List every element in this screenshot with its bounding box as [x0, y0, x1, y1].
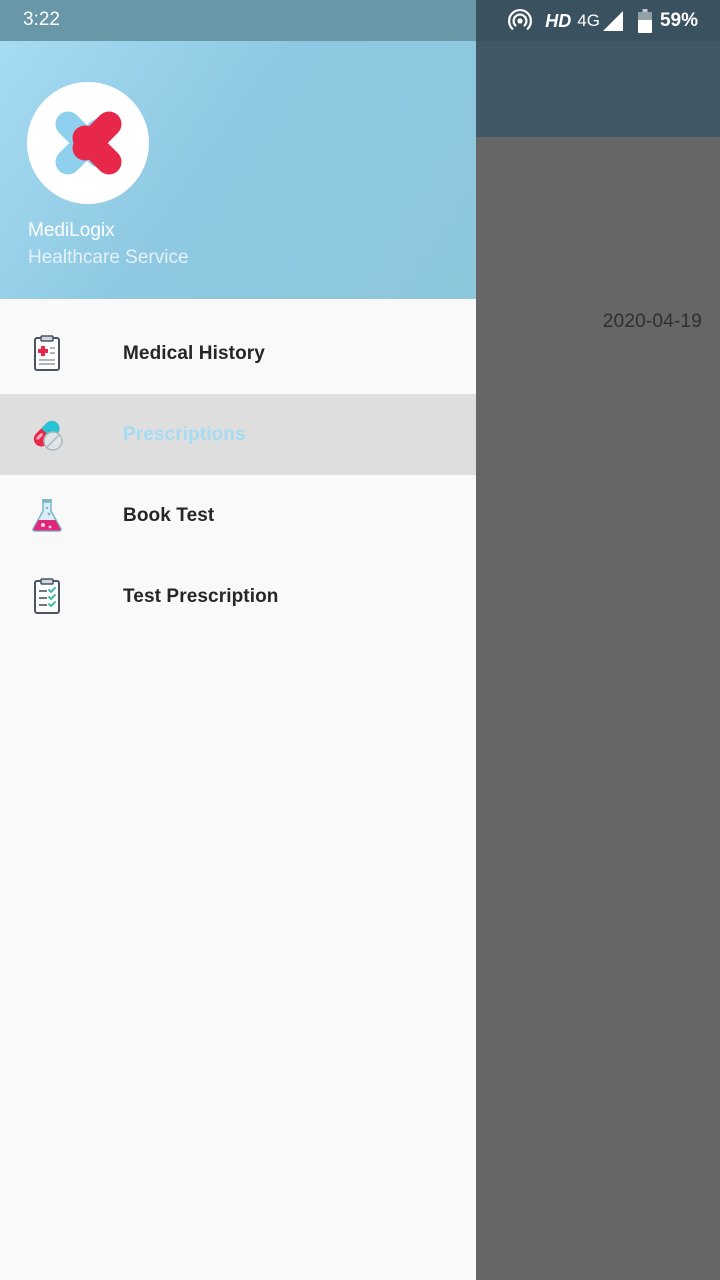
status-bar: 3:22 HD 4G 59% [0, 0, 720, 41]
medilogix-logo-icon [55, 111, 122, 175]
status-time: 3:22 [23, 9, 60, 30]
pill-capsule-icon [33, 420, 63, 451]
signal-icon [602, 11, 623, 31]
app-name: MediLogix [28, 220, 115, 241]
hotspot-icon [508, 9, 533, 30]
app-subtitle: Healthcare Service [28, 247, 189, 268]
checklist-clipboard-icon [34, 578, 60, 614]
status-icons: HD 4G 59% [507, 7, 698, 35]
menu-item-label: Book Test [123, 504, 215, 526]
drawer-header: MediLogix Healthcare Service [0, 41, 476, 299]
menu-item-prescriptions[interactable]: Prescriptions [0, 394, 476, 475]
menu-item-book-test[interactable]: Book Test [0, 475, 476, 556]
battery-icon [637, 9, 652, 33]
menu-item-label: Test Prescription [123, 585, 279, 607]
flask-icon [32, 499, 62, 532]
navigation-drawer: MediLogix Healthcare Service Medical His… [0, 0, 476, 1280]
menu-item-test-prescription[interactable]: Test Prescription [0, 556, 476, 637]
hd-indicator: HD [545, 10, 572, 31]
menu-item-label: Medical History [123, 342, 265, 364]
network-type: 4G [577, 11, 600, 30]
background-date: 2020-04-19 [602, 311, 702, 332]
menu-item-label: Prescriptions [123, 423, 246, 445]
app-logo [27, 82, 149, 204]
menu-item-medical-history[interactable]: Medical History [0, 313, 476, 394]
clipboard-medical-icon [34, 335, 60, 371]
battery-percent: 59% [659, 10, 698, 31]
drawer-menu: Medical History Prescriptions Book Test … [0, 313, 476, 637]
screen: 2020-04-19 3:22 HD 4G 59% MediLogix Heal… [0, 0, 720, 1280]
